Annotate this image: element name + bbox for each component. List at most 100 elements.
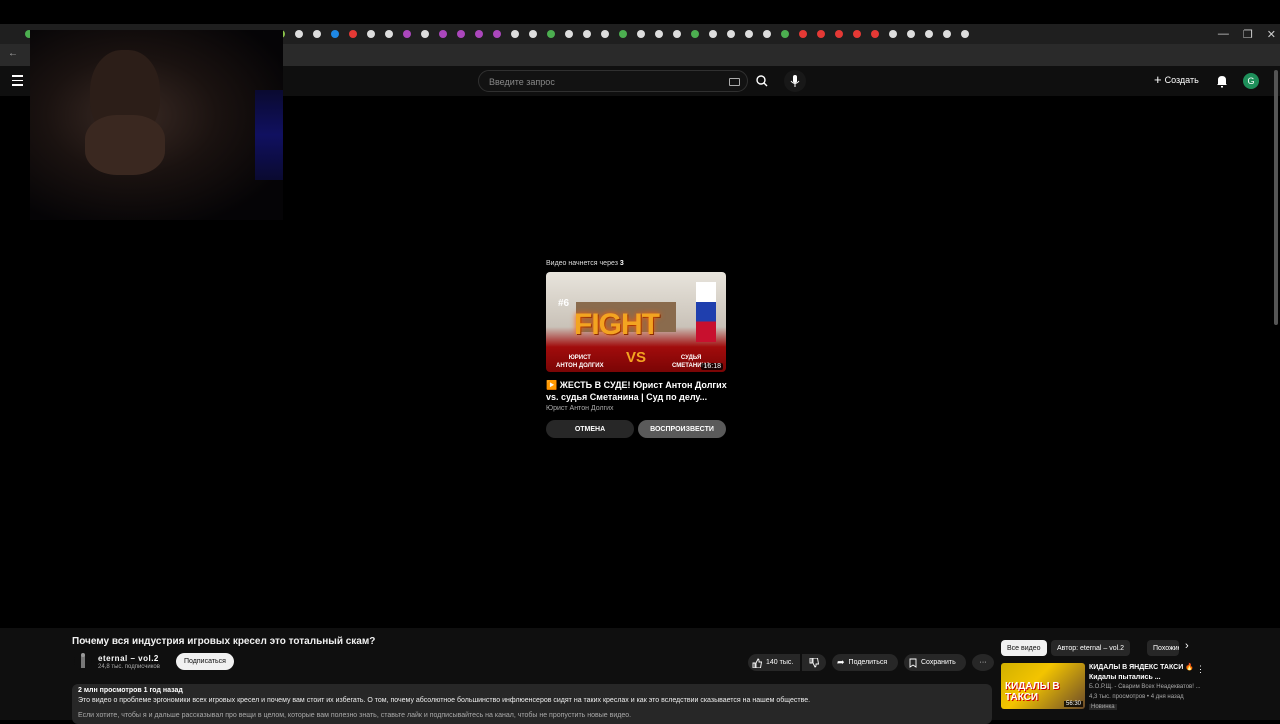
tab-favicon[interactable]	[781, 30, 789, 38]
subscribe-button[interactable]: Подписаться	[176, 653, 234, 670]
recommended-views: 4,3 тыс. просмотров • 4 дня назад	[1089, 694, 1184, 700]
video-duration: 16:18	[701, 363, 723, 370]
bell-icon	[1217, 76, 1227, 88]
tab-favicon[interactable]	[331, 30, 339, 38]
play-next-button[interactable]: ВОСПРОИЗВЕСТИ	[638, 420, 726, 438]
notifications-button[interactable]	[1215, 74, 1229, 93]
tab-favicon[interactable]	[349, 30, 357, 38]
tab-favicon[interactable]	[943, 30, 951, 38]
search-icon	[756, 75, 768, 87]
description-text: Это видео о проблеме эргономики всех игр…	[78, 697, 811, 704]
tab-favicon[interactable]	[727, 30, 735, 38]
tab-favicon[interactable]	[871, 30, 879, 38]
menu-icon[interactable]	[12, 75, 23, 86]
account-avatar[interactable]: G	[1243, 73, 1259, 89]
video-details: Почему вся индустрия игровых кресел это …	[0, 628, 1280, 724]
tab-favicon[interactable]	[493, 30, 501, 38]
tab-favicon[interactable]	[853, 30, 861, 38]
tab-favicon[interactable]	[655, 30, 663, 38]
search-button[interactable]	[748, 70, 776, 92]
autoplay-endscreen: Видео начнется через 3 #6 FIGHT VS ЮРИСТ…	[546, 260, 728, 438]
back-icon[interactable]: ←	[8, 48, 18, 59]
like-count: 140 тыс.	[766, 659, 794, 666]
chip-author[interactable]: Автор: eternal – vol.2	[1051, 640, 1131, 656]
restore-icon[interactable]: ❐	[1243, 28, 1253, 41]
close-icon[interactable]: ✕	[1267, 28, 1276, 41]
autoplay-countdown: Видео начнется через 3	[546, 260, 728, 267]
keyboard-icon[interactable]	[729, 78, 740, 86]
chip-similar[interactable]: Похожие	[1147, 640, 1179, 656]
share-button[interactable]: ➦ Поделиться	[832, 654, 898, 671]
tab-favicon[interactable]	[637, 30, 645, 38]
tab-favicon[interactable]	[835, 30, 843, 38]
next-video-title[interactable]: ▶️ ЖЕСТЬ В СУДЕ! Юрист Антон Долгих vs. …	[546, 379, 728, 403]
recommended-thumbnail[interactable]: КИДАЛЫ В ТАКСИ 56:30	[1001, 663, 1085, 709]
save-label: Сохранить	[921, 659, 956, 666]
search-input[interactable]	[487, 71, 721, 93]
tab-favicon[interactable]	[601, 30, 609, 38]
tab-favicon[interactable]	[313, 30, 321, 38]
minimize-icon[interactable]: —	[1218, 28, 1229, 40]
share-icon: ➦	[837, 657, 845, 667]
tab-favicon[interactable]	[583, 30, 591, 38]
dislike-button[interactable]	[802, 654, 826, 671]
next-video-channel[interactable]: Юрист Антон Долгих	[546, 405, 728, 412]
tab-favicon[interactable]	[457, 30, 465, 38]
tab-favicon[interactable]	[385, 30, 393, 38]
window-controls: — ❐ ✕	[1218, 24, 1276, 44]
recommended-channel[interactable]: Б.О.Р.Щ. - Сварим Всех Неадекватов! ...	[1089, 684, 1201, 690]
tab-favicon[interactable]	[475, 30, 483, 38]
thumbnail-vs-text: VS	[626, 349, 647, 366]
tab-favicon[interactable]	[565, 30, 573, 38]
search-box[interactable]	[478, 70, 748, 93]
tab-favicon[interactable]	[907, 30, 915, 38]
tab-favicon[interactable]	[529, 30, 537, 38]
create-button[interactable]: + Создать	[1154, 72, 1199, 87]
tab-favicon[interactable]	[367, 30, 375, 38]
tab-favicon[interactable]	[961, 30, 969, 38]
page-scrollbar[interactable]	[1274, 70, 1278, 325]
recommended-title[interactable]: КИДАЛЫ В ЯНДЕКС ТАКСИ 🔥 Кидалы пытались …	[1089, 663, 1199, 683]
tab-favicon[interactable]	[889, 30, 897, 38]
tab-favicon[interactable]	[817, 30, 825, 38]
subscriber-count: 24,8 тыс. подписчиков	[98, 664, 160, 670]
tab-favicon[interactable]	[511, 30, 519, 38]
chip-all-videos[interactable]: Все видео	[1001, 640, 1047, 656]
share-label: Поделиться	[848, 659, 888, 666]
tab-favicon[interactable]	[799, 30, 807, 38]
tab-favicon[interactable]	[439, 30, 447, 38]
thumbnail-episode-number: #6	[558, 298, 570, 309]
tab-favicon[interactable]	[763, 30, 771, 38]
tab-favicon[interactable]	[421, 30, 429, 38]
bookmark-icon	[909, 658, 917, 668]
thumbs-down-icon	[809, 657, 819, 667]
thumbnail-left-label: ЮРИСТ АНТОН ДОЛГИХ	[556, 355, 604, 369]
tab-favicon[interactable]	[673, 30, 681, 38]
next-video-thumbnail[interactable]: #6 FIGHT VS ЮРИСТ АНТОН ДОЛГИХ СУДЬЯ СМЕТА…	[546, 272, 726, 372]
more-icon: ···	[979, 659, 987, 666]
tab-favicon[interactable]	[691, 30, 699, 38]
vertical-dots-icon[interactable]: ⋮	[1196, 664, 1205, 675]
tab-favicon[interactable]	[709, 30, 717, 38]
channel-avatar[interactable]	[74, 652, 92, 670]
tab-favicon[interactable]	[925, 30, 933, 38]
description-box[interactable]: 2 млн просмотров 1 год назад Это видео о…	[72, 684, 992, 724]
tab-favicon[interactable]	[403, 30, 411, 38]
recommended-thumb-text: КИДАЛЫ В ТАКСИ	[1005, 681, 1060, 703]
save-button[interactable]: Сохранить	[904, 654, 966, 671]
tab-favicon[interactable]	[745, 30, 753, 38]
more-actions-button[interactable]: ···	[972, 654, 994, 671]
tab-favicon[interactable]	[619, 30, 627, 38]
flag-image	[696, 282, 716, 342]
webcam-overlay	[30, 30, 283, 220]
create-label: Создать	[1164, 74, 1199, 85]
voice-search-button[interactable]	[784, 70, 806, 92]
cancel-autoplay-button[interactable]: ОТМЕНА	[546, 420, 634, 438]
tab-favicon[interactable]	[547, 30, 555, 38]
chevron-right-icon[interactable]: ›	[1185, 640, 1189, 652]
channel-avatar-figure	[81, 653, 85, 668]
channel-name[interactable]: eternal – vol.2	[98, 654, 159, 663]
webcam-light	[255, 90, 283, 180]
like-button[interactable]: 140 тыс.	[748, 654, 800, 671]
tab-favicon[interactable]	[295, 30, 303, 38]
